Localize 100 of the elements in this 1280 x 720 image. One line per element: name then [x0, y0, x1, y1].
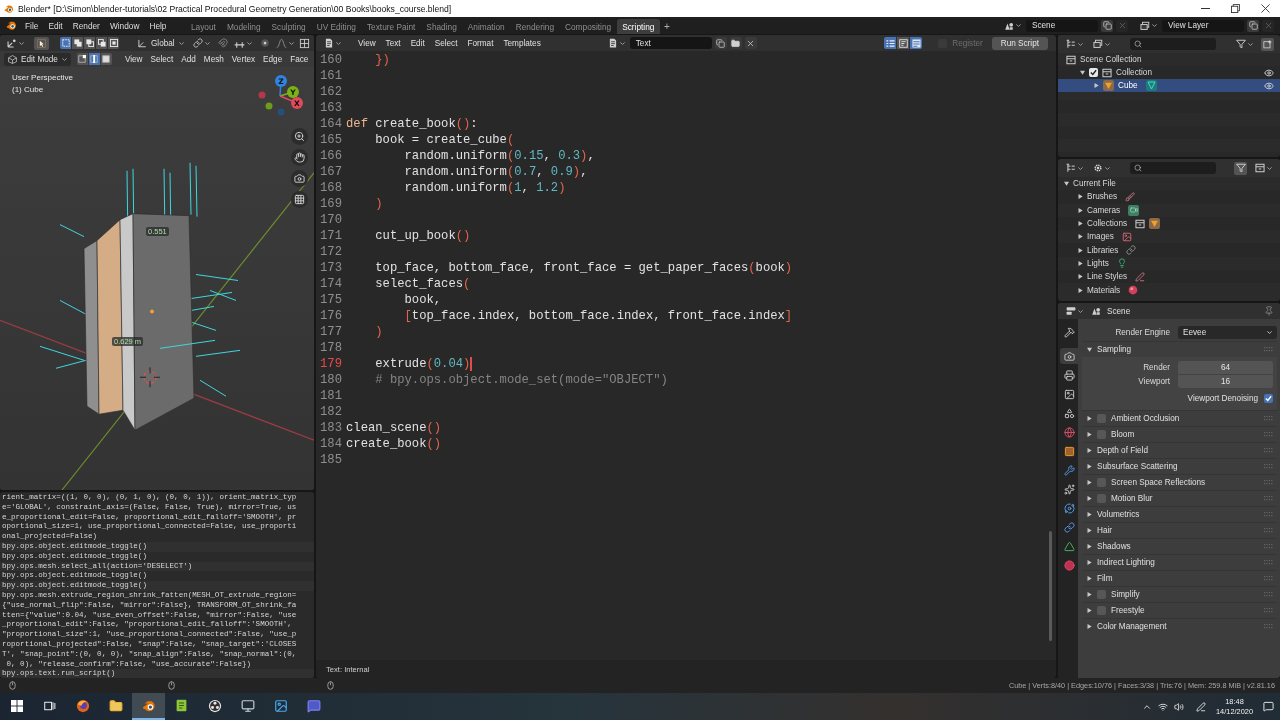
- drag-handle-icon[interactable]: [1264, 544, 1273, 549]
- panel-header[interactable]: Simplify: [1082, 586, 1277, 602]
- filter-button[interactable]: [1234, 161, 1247, 175]
- drag-handle-icon[interactable]: [1264, 592, 1273, 597]
- caret-right-icon[interactable]: [1078, 221, 1083, 227]
- select-mode-button[interactable]: [60, 37, 71, 49]
- tree-row[interactable]: Cube: [1058, 79, 1280, 92]
- menu-item[interactable]: Edge: [259, 54, 287, 64]
- search-field[interactable]: [1130, 38, 1216, 50]
- add-workspace-button[interactable]: +: [659, 19, 674, 34]
- drag-handle-icon[interactable]: [1264, 528, 1273, 533]
- menu-item[interactable]: Edit: [405, 38, 430, 48]
- menu-item[interactable]: Face: [286, 54, 313, 64]
- menu-item[interactable]: Text: [380, 38, 406, 48]
- pen-icon[interactable]: [1196, 701, 1206, 712]
- drag-handle-icon[interactable]: [1264, 432, 1273, 437]
- unlink-text-button[interactable]: [744, 37, 757, 49]
- number-field[interactable]: 16: [1178, 374, 1273, 388]
- workspace-tab[interactable]: Shading: [420, 19, 463, 34]
- text-name-field[interactable]: Text: [629, 37, 712, 49]
- caret-right-icon[interactable]: [1087, 544, 1092, 549]
- view-layer-button[interactable]: [1091, 37, 1112, 51]
- drag-handle-icon[interactable]: [1264, 416, 1273, 421]
- caret-right-icon[interactable]: [1087, 496, 1092, 501]
- checkbox[interactable]: [1097, 478, 1106, 487]
- caret-right-icon[interactable]: [1078, 207, 1083, 213]
- checkbox[interactable]: [1097, 494, 1106, 503]
- caret-down-icon[interactable]: [1080, 70, 1085, 75]
- caret-right-icon[interactable]: [1087, 432, 1092, 437]
- menu-item[interactable]: Select: [146, 54, 178, 64]
- new-collection-button[interactable]: [1261, 37, 1274, 51]
- panel-header[interactable]: Ambient Occlusion: [1082, 410, 1277, 426]
- scene-field[interactable]: Scene: [1026, 19, 1098, 32]
- caret-down-icon[interactable]: [1064, 181, 1069, 187]
- caret-right-icon[interactable]: [1078, 274, 1083, 280]
- display-toggle-button[interactable]: [884, 37, 897, 49]
- view-layer-browse-button[interactable]: [1138, 19, 1159, 32]
- pivot-button[interactable]: [190, 36, 212, 50]
- menu-item[interactable]: Help: [144, 20, 172, 31]
- menu-item[interactable]: File: [20, 20, 44, 31]
- checkbox[interactable]: [1097, 606, 1106, 615]
- eye-icon[interactable]: [1264, 80, 1274, 91]
- editor-type-button[interactable]: [1064, 304, 1085, 318]
- panel-header[interactable]: Subsurface Scattering: [1082, 458, 1277, 474]
- workspace-tab[interactable]: Animation: [462, 19, 511, 34]
- mode-dropdown[interactable]: Edit Mode: [4, 52, 71, 66]
- menu-item[interactable]: Edit: [43, 20, 68, 31]
- select-mode-button[interactable]: [72, 37, 83, 49]
- caret-right-icon[interactable]: [1087, 560, 1092, 565]
- mesh-select-button[interactable]: [76, 53, 88, 65]
- panel-header[interactable]: Screen Space Reflections: [1082, 474, 1277, 490]
- menu-item[interactable]: Format: [462, 38, 499, 48]
- workspace-tab[interactable]: Sculpting: [266, 19, 312, 34]
- menu-item[interactable]: Templates: [498, 38, 546, 48]
- view-layer-field[interactable]: View Layer: [1162, 19, 1244, 32]
- drag-handle-icon[interactable]: [1264, 608, 1273, 613]
- scrollbar-thumb[interactable]: [1049, 531, 1052, 641]
- drag-handle-icon[interactable]: [1264, 496, 1273, 501]
- number-field[interactable]: 64: [1178, 360, 1273, 374]
- mesh-select-button[interactable]: [100, 53, 112, 65]
- orientation-dropdown[interactable]: Global: [149, 36, 186, 50]
- run-script-button[interactable]: Run Script: [991, 36, 1048, 50]
- select-mode-button[interactable]: [96, 37, 107, 49]
- caret-right-icon[interactable]: [1087, 464, 1092, 469]
- menu-item[interactable]: Select: [429, 38, 463, 48]
- workspace-tab[interactable]: Rendering: [510, 19, 560, 34]
- eye-icon[interactable]: [1264, 67, 1274, 78]
- display-toggle-button[interactable]: [910, 37, 923, 49]
- new-scene-button[interactable]: [1101, 19, 1113, 32]
- caret-right-icon[interactable]: [1078, 194, 1083, 200]
- checkbox[interactable]: [1097, 590, 1106, 599]
- caret-right-icon[interactable]: [1087, 624, 1092, 629]
- panel-header[interactable]: Depth of Field: [1082, 442, 1277, 458]
- caret-right-icon[interactable]: [1087, 480, 1092, 485]
- select-tool-button[interactable]: [34, 36, 49, 50]
- collection-filter-button[interactable]: [1253, 161, 1274, 175]
- drag-handle-icon[interactable]: [1264, 560, 1273, 565]
- display-toggle-button[interactable]: [897, 37, 910, 49]
- panel-header[interactable]: Bloom: [1082, 426, 1277, 442]
- panel-header[interactable]: Indirect Lighting: [1082, 554, 1277, 570]
- caret-right-icon[interactable]: [1087, 528, 1092, 533]
- checkbox[interactable]: [1089, 68, 1098, 77]
- search-field[interactable]: [1130, 162, 1216, 174]
- caret-right-icon[interactable]: [1078, 234, 1083, 240]
- snap-button[interactable]: [215, 36, 230, 50]
- editor-type-button[interactable]: [4, 36, 26, 50]
- menu-item[interactable]: Vertex: [227, 54, 260, 64]
- drag-handle-icon[interactable]: [1264, 464, 1273, 469]
- speaker-icon[interactable]: [1174, 701, 1184, 712]
- drag-handle-icon[interactable]: [1264, 512, 1273, 517]
- mesh-select-button[interactable]: [88, 53, 100, 65]
- caret-right-icon[interactable]: [1087, 512, 1092, 517]
- panel-header[interactable]: Freestyle: [1082, 602, 1277, 618]
- network-icon[interactable]: [1158, 701, 1168, 712]
- workspace-tab[interactable]: Layout: [185, 19, 222, 34]
- drag-handle-icon[interactable]: [1264, 576, 1273, 581]
- drag-handle-icon[interactable]: [1264, 448, 1273, 453]
- panel-header[interactable]: Motion Blur: [1082, 490, 1277, 506]
- caret-right-icon[interactable]: [1087, 416, 1092, 421]
- select-mode-button[interactable]: [108, 37, 119, 49]
